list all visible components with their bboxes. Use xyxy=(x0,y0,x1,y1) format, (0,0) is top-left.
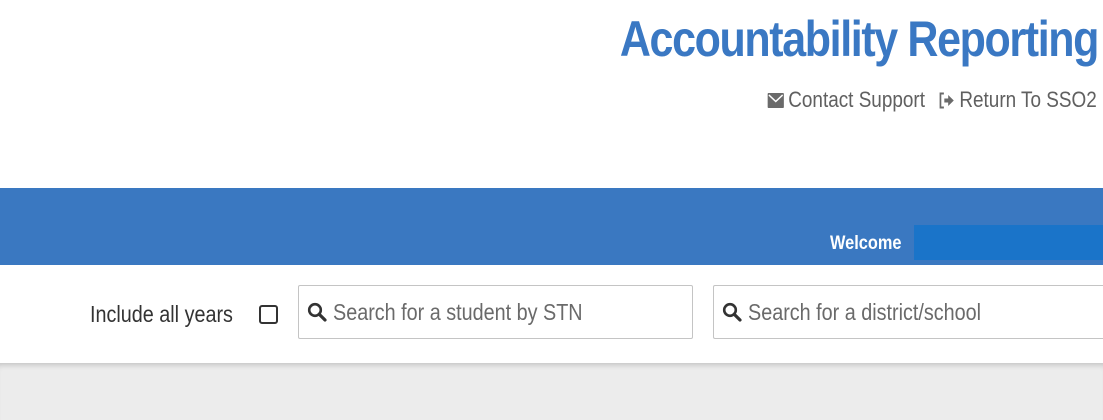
sign-out-icon xyxy=(939,92,954,108)
search-toolbar: Include all years xyxy=(0,265,1103,363)
contact-support-link[interactable]: Contact Support xyxy=(767,87,926,113)
app-title: Accountability Reporting xyxy=(619,11,1100,67)
include-all-years-label[interactable]: Include all years xyxy=(90,294,252,334)
welcome-label: Welcome xyxy=(830,233,902,254)
include-all-years-checkbox[interactable] xyxy=(259,305,278,324)
contact-support-label: Contact Support xyxy=(788,87,926,112)
return-to-sso2-link[interactable]: Return To SSO2 xyxy=(939,87,1097,113)
search-icon xyxy=(722,302,742,322)
return-to-sso2-label: Return To SSO2 xyxy=(959,87,1097,112)
envelope-icon xyxy=(767,92,785,108)
student-search-box[interactable] xyxy=(298,285,693,339)
top-links: Contact Support Return To SSO2 xyxy=(767,86,1097,114)
district-search-input[interactable] xyxy=(748,298,1075,326)
district-search-box[interactable] xyxy=(713,285,1103,339)
welcome-user-name-redacted xyxy=(914,225,1103,260)
content-area xyxy=(0,363,1103,420)
main-navbar: Welcome xyxy=(0,188,1103,265)
page-header: Accountability Reporting Contact Support… xyxy=(0,0,1103,188)
search-icon xyxy=(307,302,327,322)
student-search-input[interactable] xyxy=(333,298,642,326)
